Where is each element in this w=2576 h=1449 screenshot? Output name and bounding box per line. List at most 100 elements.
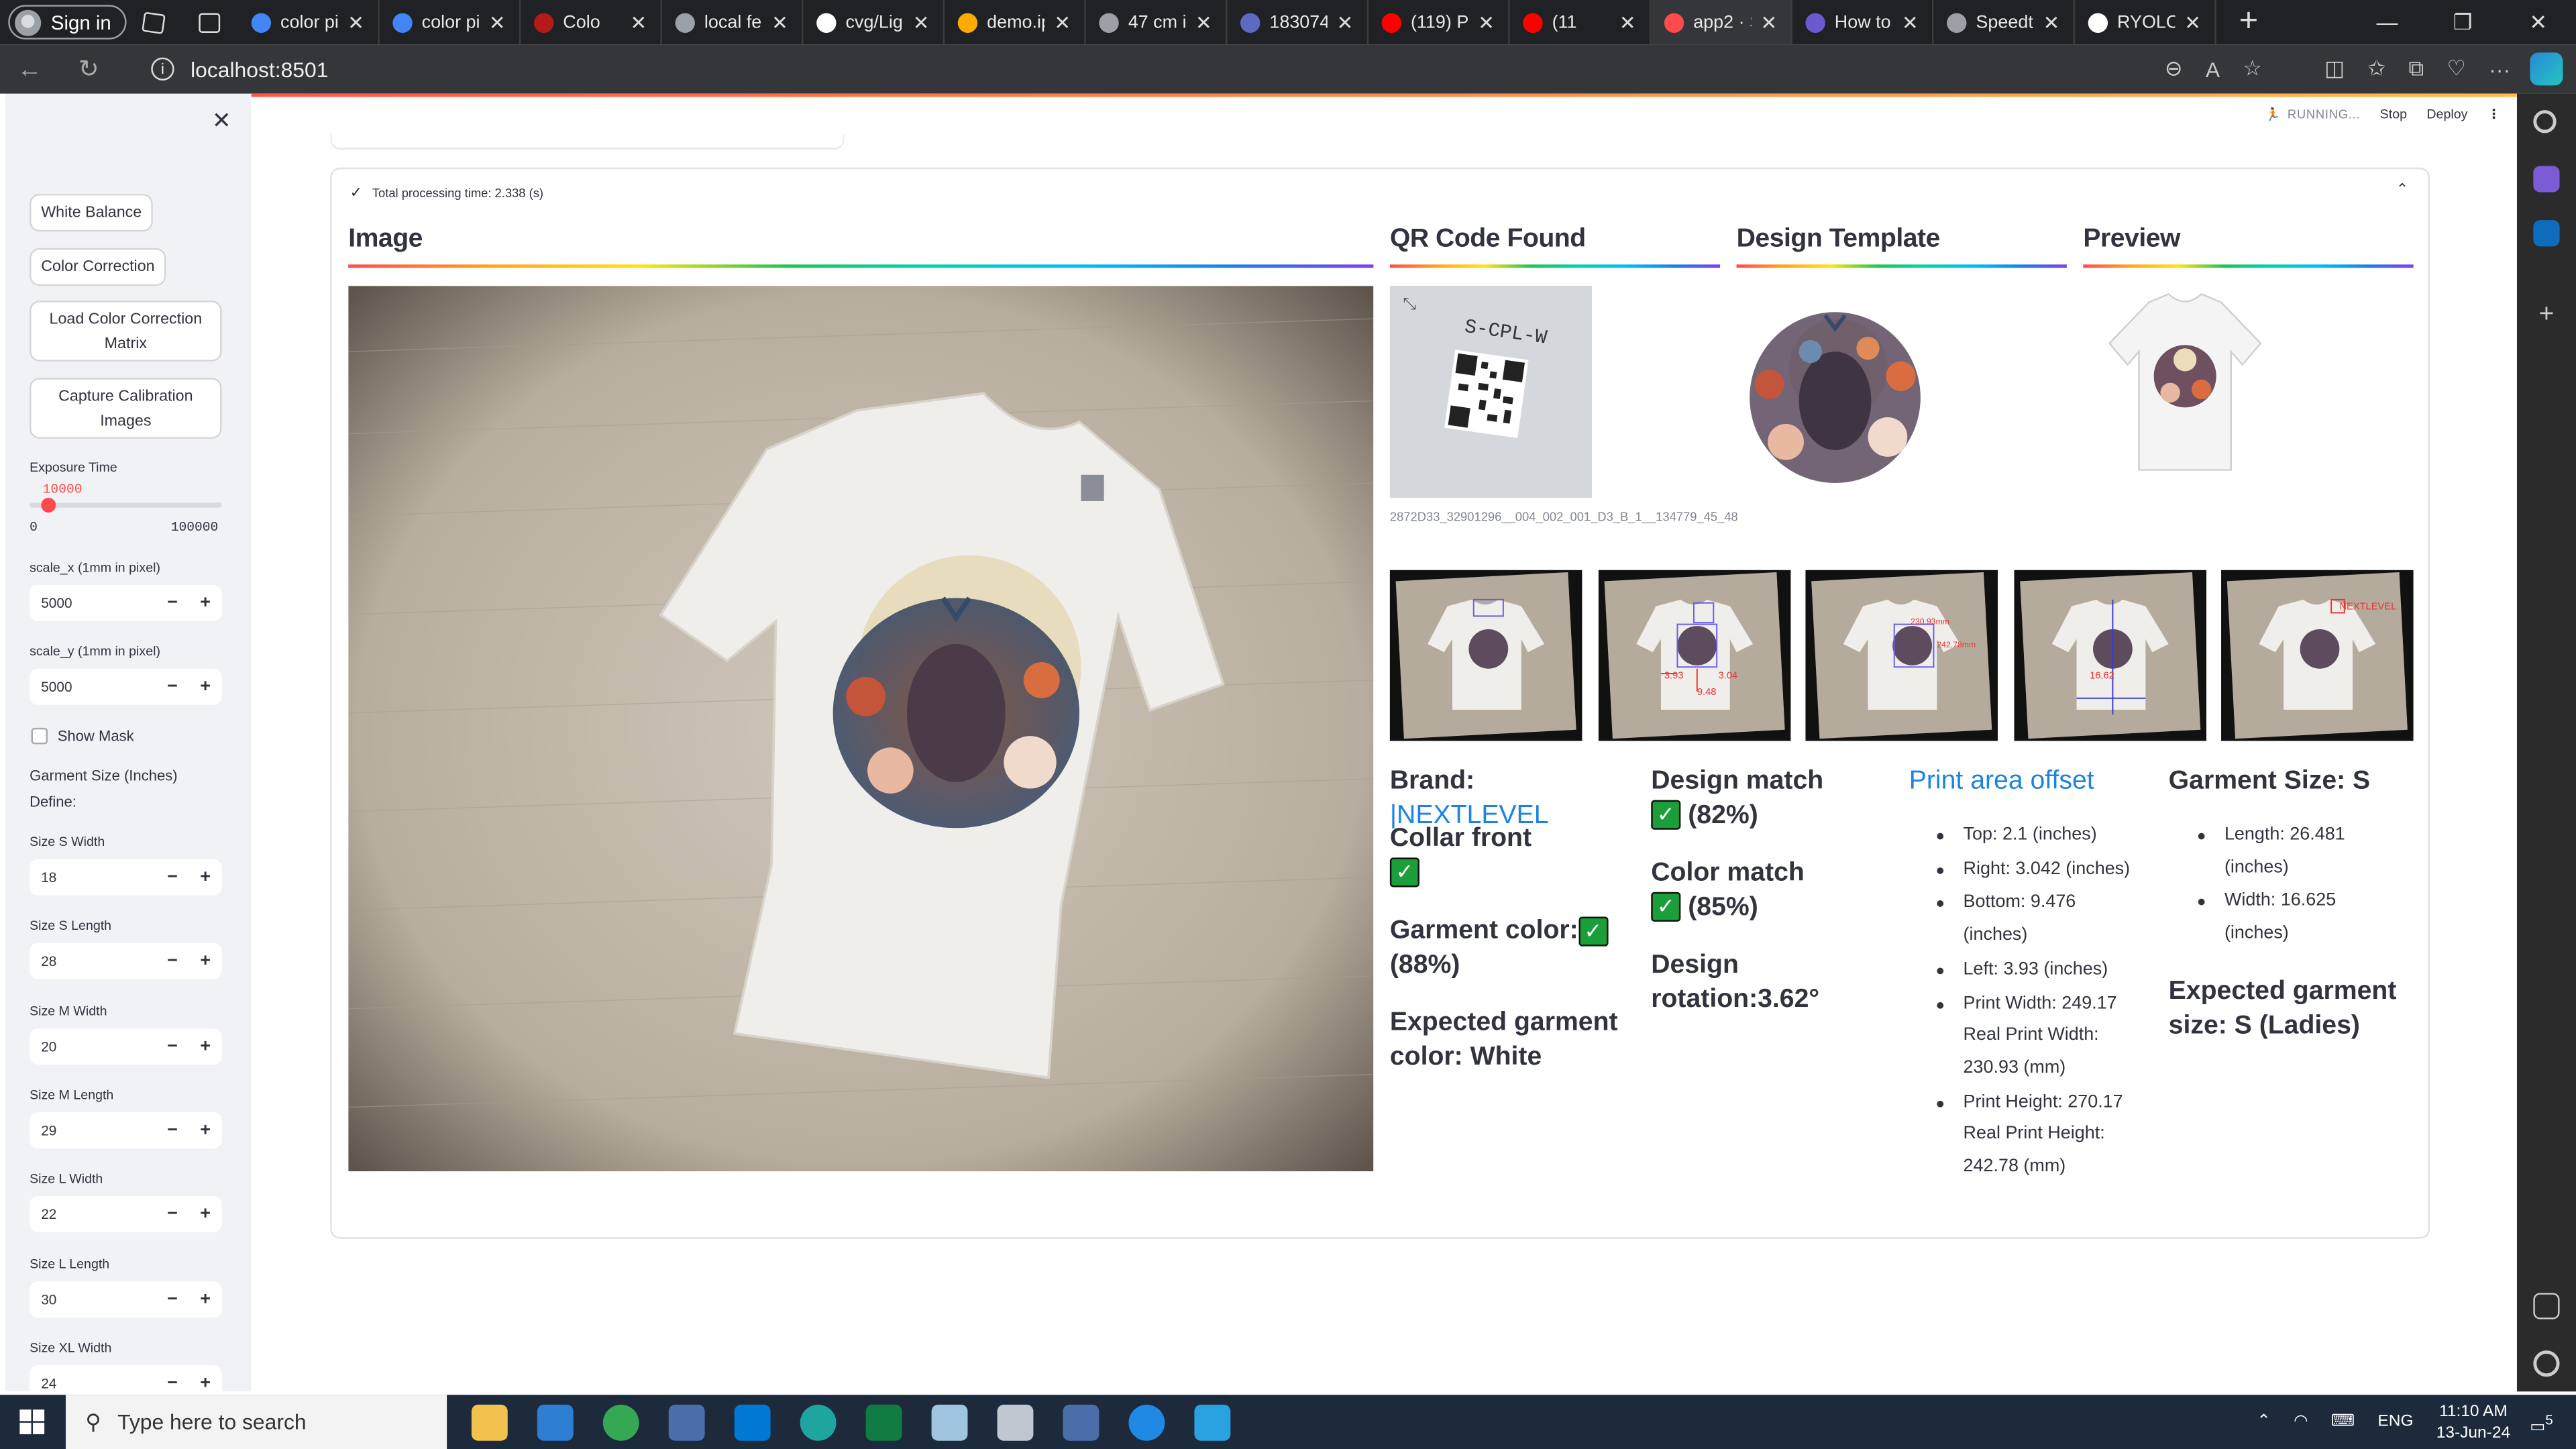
close-tab-icon[interactable]: ✕ xyxy=(1337,11,1354,34)
expander-header[interactable]: ✓ Total processing time: 2.338 (s) xyxy=(350,184,543,202)
clock[interactable]: 11:10 AM 13-Jun-24 xyxy=(2436,1401,2510,1444)
increment-button[interactable]: + xyxy=(189,1036,222,1055)
vscode-icon[interactable] xyxy=(734,1404,771,1441)
excel-icon[interactable] xyxy=(865,1404,902,1441)
decrement-button[interactable]: − xyxy=(156,593,189,612)
keyboard-icon[interactable]: ⌨ xyxy=(2331,1413,2355,1431)
refresh-icon[interactable]: ↻ xyxy=(59,54,118,84)
increment-button[interactable]: + xyxy=(189,1289,222,1308)
size-number-input[interactable]: 24− + xyxy=(30,1364,222,1392)
exposure-slider-thumb[interactable] xyxy=(41,498,56,513)
size-number-input[interactable]: 30− + xyxy=(30,1280,222,1317)
capture-calibration-images-button[interactable]: Capture Calibration Images xyxy=(30,378,222,439)
restore-icon[interactable]: ❐ xyxy=(2425,0,2501,44)
preview-image[interactable] xyxy=(2083,286,2285,498)
browser-tab[interactable]: local fe ✕ xyxy=(661,0,803,45)
windows-start-icon[interactable] xyxy=(19,1409,45,1434)
outlook-icon[interactable] xyxy=(2533,220,2560,247)
screenshot-icon[interactable] xyxy=(2533,1293,2560,1320)
zoom-icon[interactable]: ⊖ xyxy=(2165,56,2183,82)
close-tab-icon[interactable]: ✕ xyxy=(771,11,788,34)
increment-button[interactable]: + xyxy=(189,1205,222,1224)
close-tab-icon[interactable]: ✕ xyxy=(1760,11,1777,34)
deploy-button[interactable]: Deploy xyxy=(2426,107,2467,121)
favorite-star-icon[interactable]: ☆ xyxy=(2243,56,2262,82)
close-tab-icon[interactable]: ✕ xyxy=(1054,11,1071,34)
read-aloud-icon[interactable]: A xyxy=(2206,56,2220,81)
size-number-input[interactable]: 29− + xyxy=(30,1112,222,1148)
qr-code-image[interactable]: S-CPL-W ⤡ xyxy=(1389,286,1593,498)
decrement-button[interactable]: − xyxy=(156,1120,189,1140)
browser-tab[interactable]: 183074 ✕ xyxy=(1227,0,1368,45)
close-tab-icon[interactable]: ✕ xyxy=(1619,11,1636,34)
url-field[interactable]: i localhost:8501 xyxy=(151,56,328,81)
increment-button[interactable]: + xyxy=(189,1120,222,1140)
decrement-button[interactable]: − xyxy=(156,1205,189,1224)
settings-gear-icon[interactable] xyxy=(2533,1350,2560,1377)
close-tab-icon[interactable]: ✕ xyxy=(347,11,364,34)
browser-tab[interactable]: color pic ✕ xyxy=(379,0,521,45)
browser-tab[interactable]: Colo ✕ xyxy=(521,0,662,45)
increment-button[interactable]: + xyxy=(189,1373,222,1391)
minimize-icon[interactable]: — xyxy=(2349,0,2425,44)
copilot-sidebar-icon[interactable] xyxy=(2533,166,2560,193)
add-icon[interactable]: + xyxy=(2533,301,2559,329)
stop-button[interactable]: Stop xyxy=(2380,107,2407,121)
workspaces-icon[interactable] xyxy=(126,0,182,44)
analysis-thumbnail-1[interactable] xyxy=(1389,570,1582,741)
new-tab-button[interactable]: + xyxy=(2216,3,2282,41)
browser-tab[interactable]: demo.ip ✕ xyxy=(944,0,1086,45)
close-tab-icon[interactable]: ✕ xyxy=(1195,11,1212,34)
size-number-input[interactable]: 28− + xyxy=(30,943,222,980)
color-correction-button[interactable]: Color Correction xyxy=(30,248,166,286)
calculator-icon[interactable] xyxy=(1063,1404,1099,1441)
decrement-button[interactable]: − xyxy=(156,1036,189,1055)
close-tab-icon[interactable]: ✕ xyxy=(1902,11,1919,34)
browser-tab[interactable]: color pi ✕ xyxy=(237,0,379,45)
design-template-image[interactable] xyxy=(1737,286,1939,498)
back-icon[interactable]: ← xyxy=(0,55,59,83)
copilot-icon[interactable] xyxy=(2530,52,2563,86)
decrement-button[interactable]: − xyxy=(156,867,189,887)
analysis-thumbnail-3[interactable]: 230.93mm 242.78mm xyxy=(1805,570,1998,741)
load-color-correction-matrix-button[interactable]: Load Color Correction Matrix xyxy=(30,301,222,362)
decrement-button[interactable]: − xyxy=(156,952,189,971)
analysis-thumbnail-5[interactable]: NEXTLEVEL xyxy=(2221,570,2414,741)
main-menu-icon[interactable]: ⋮ xyxy=(2487,107,2501,121)
split-screen-icon[interactable]: ◫ xyxy=(2324,56,2345,82)
collections-icon[interactable]: ⧉ xyxy=(2408,56,2424,82)
browser-tab[interactable]: 47 cm i ✕ xyxy=(1085,0,1227,45)
browser-tab[interactable]: How to ✕ xyxy=(1792,0,1933,45)
analysis-thumbnail-2[interactable]: 3.93 3.04 9.48 xyxy=(1598,570,1791,741)
analysis-thumbnail-4[interactable]: 16.62 xyxy=(2014,570,2207,741)
close-tab-icon[interactable]: ✕ xyxy=(489,11,506,34)
close-tab-icon[interactable]: ✕ xyxy=(913,11,930,34)
browser-tab[interactable]: cvg/Ligh ✕ xyxy=(803,0,945,45)
wifi-icon[interactable]: ◠ xyxy=(2294,1413,2308,1431)
store-icon[interactable] xyxy=(537,1404,574,1441)
increment-button[interactable]: + xyxy=(189,867,222,887)
garment-photo[interactable] xyxy=(348,286,1374,1172)
size-number-input[interactable]: 22− + xyxy=(30,1196,222,1233)
exposure-slider-track[interactable] xyxy=(30,502,222,508)
scale-x-input[interactable]: 5000− + xyxy=(30,584,222,621)
browser-tab[interactable]: Speedte ✕ xyxy=(1933,0,2075,45)
search-icon[interactable] xyxy=(2533,110,2557,133)
scale-y-input[interactable]: 5000− + xyxy=(30,668,222,705)
increment-button[interactable]: + xyxy=(189,677,222,696)
increment-button[interactable]: + xyxy=(189,952,222,971)
white-balance-button[interactable]: White Balance xyxy=(30,193,154,232)
chevron-up-icon[interactable]: ⌃ xyxy=(2396,180,2408,199)
taskbar-search-input[interactable]: ⚲ Type here to search xyxy=(65,1395,447,1449)
app-icon[interactable] xyxy=(668,1404,705,1441)
file-explorer-icon[interactable] xyxy=(471,1404,508,1441)
chrome-icon[interactable] xyxy=(602,1404,639,1441)
browser-essentials-icon[interactable]: ♡ xyxy=(2447,56,2466,82)
app-icon[interactable] xyxy=(931,1404,968,1441)
browser-tab[interactable]: (11 ✕ xyxy=(1509,0,1651,45)
increment-button[interactable]: + xyxy=(189,593,222,612)
app-icon[interactable] xyxy=(997,1404,1034,1441)
favorites-icon[interactable]: ✩ xyxy=(2367,56,2385,82)
app-icon[interactable] xyxy=(1194,1404,1231,1441)
edge-icon[interactable] xyxy=(800,1404,837,1441)
